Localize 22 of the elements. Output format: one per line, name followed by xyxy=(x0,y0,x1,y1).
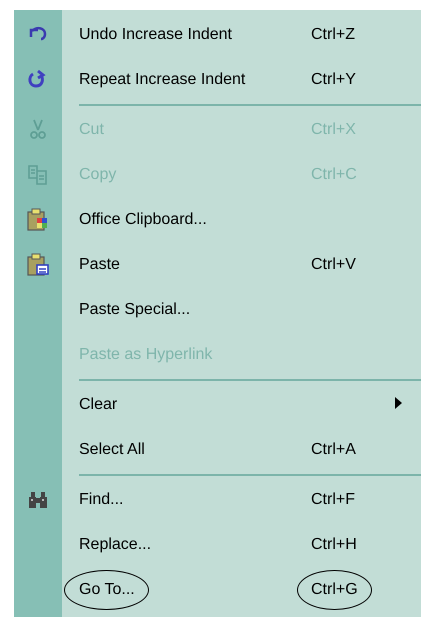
copy-icon xyxy=(26,162,50,186)
shortcut-text: Ctrl+Y xyxy=(311,70,356,88)
shortcut-text: Ctrl+C xyxy=(311,166,357,182)
clipboard-icon xyxy=(26,208,50,232)
paste-icon xyxy=(26,252,50,276)
shortcut-text: Ctrl+H xyxy=(311,536,357,552)
menu-item[interactable]: Office Clipboard... xyxy=(79,210,207,228)
shortcut-text: Ctrl+Z xyxy=(311,26,355,42)
shortcut-text: Ctrl+F xyxy=(311,490,355,508)
menu-item[interactable]: Clear xyxy=(79,396,118,414)
shortcut-text: Ctrl+V xyxy=(311,256,356,272)
menu-item[interactable]: Paste xyxy=(79,256,120,274)
shortcut-text: Ctrl+A xyxy=(311,440,356,458)
menu-item[interactable]: Find... xyxy=(79,490,124,508)
menu-item[interactable]: Paste Special... xyxy=(79,300,190,318)
shortcut-text: Ctrl+X xyxy=(311,120,356,138)
shortcut-text: Ctrl+G xyxy=(311,580,358,598)
menu-item[interactable]: Go To... xyxy=(79,580,135,598)
menu-item[interactable]: Select All xyxy=(79,440,145,458)
menu-item[interactable]: Undo Increase Indent xyxy=(79,26,232,44)
menu-item[interactable]: Replace... xyxy=(79,536,152,554)
menu-item[interactable]: Repeat Increase Indent xyxy=(79,70,246,88)
